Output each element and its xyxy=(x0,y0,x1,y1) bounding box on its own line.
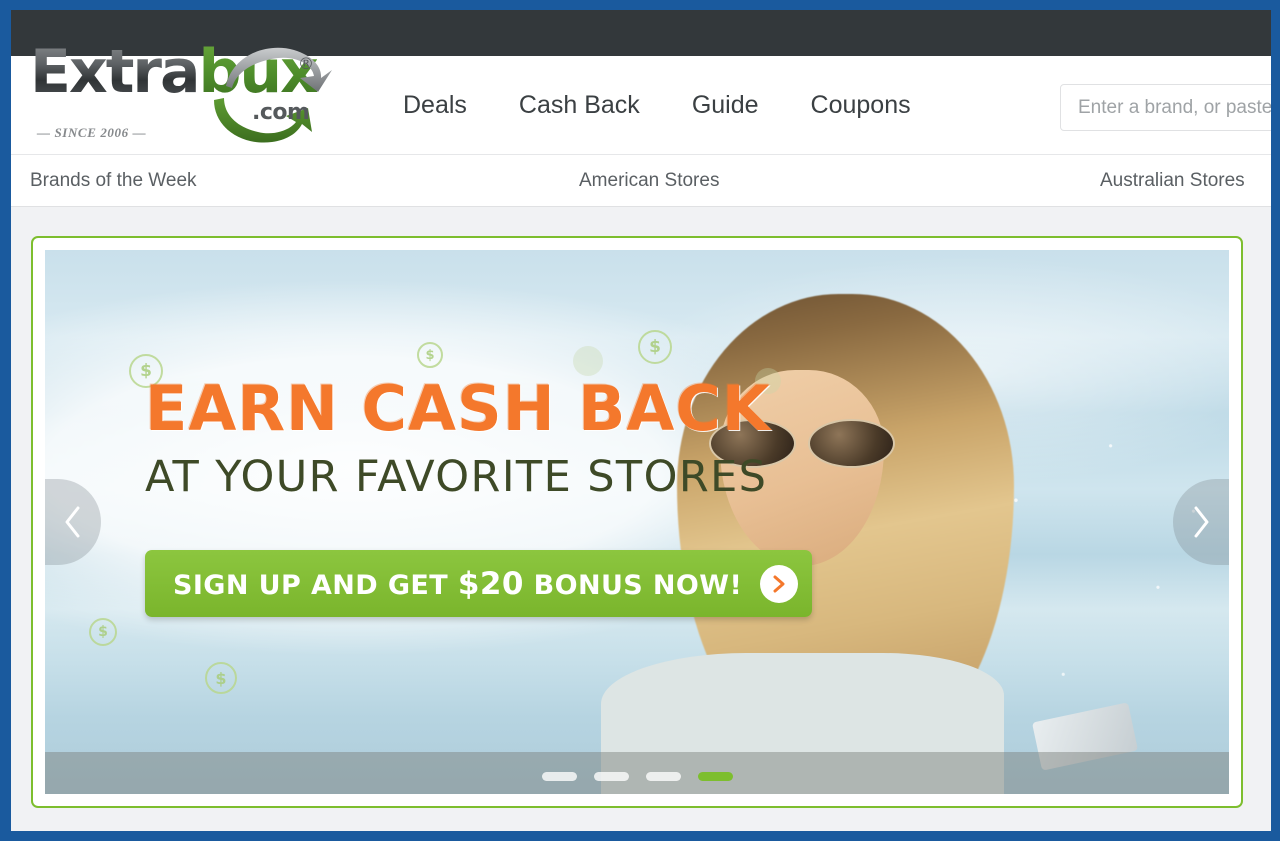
carousel-indicators xyxy=(45,772,1229,781)
coin-icon-3: $ xyxy=(638,330,672,364)
hero-banner-container: $ $ $ $ $ EARN CASH BACK AT YOUR FAVORIT… xyxy=(31,236,1243,808)
search-box xyxy=(1060,84,1271,131)
hero-photo-subject xyxy=(590,250,1139,794)
nav-item-coupons[interactable]: Coupons xyxy=(785,93,937,118)
logo-text-extra: Extra xyxy=(30,37,200,107)
coin-icon-2: $ xyxy=(417,342,443,368)
browser-page-frame: Extrabux .com ® — SINCE 2006 — Deals Cas… xyxy=(0,0,1280,841)
logo-text-dotcom: .com xyxy=(252,100,310,125)
site-header: Extrabux .com ® — SINCE 2006 — Deals Cas… xyxy=(11,42,1271,155)
sec-nav-item-brands-of-the-week[interactable]: Brands of the Week xyxy=(30,170,197,192)
cta-prefix: SIGN UP AND GET xyxy=(173,569,458,601)
primary-navigation: Deals Cash Back Guide Coupons xyxy=(403,56,937,155)
nav-item-guide[interactable]: Guide xyxy=(666,93,785,118)
sec-nav-item-american-stores[interactable]: American Stores xyxy=(579,170,719,192)
logo-wordmark: Extrabux xyxy=(30,42,319,102)
cta-suffix: BONUS NOW! xyxy=(523,569,743,601)
sunglasses-lens-right xyxy=(807,418,895,468)
nav-item-deals[interactable]: Deals xyxy=(403,93,493,118)
sec-nav-item-australian-stores[interactable]: Australian Stores xyxy=(1100,170,1245,192)
cta-label: SIGN UP AND GET $20 BONUS NOW! xyxy=(173,566,742,602)
carousel-dot-4[interactable] xyxy=(697,772,733,781)
chevron-right-icon xyxy=(1194,506,1209,538)
hero-headline-secondary: AT YOUR FAVORITE STORES xyxy=(145,452,768,502)
page-viewport: Extrabux .com ® — SINCE 2006 — Deals Cas… xyxy=(11,10,1271,831)
logo-tagline: — SINCE 2006 — xyxy=(37,125,147,140)
cta-chevron-right-icon xyxy=(760,564,799,603)
carousel-dot-3[interactable] xyxy=(645,772,681,781)
chevron-left-icon xyxy=(65,506,80,538)
coin-icon-5: $ xyxy=(205,662,237,694)
site-logo[interactable]: Extrabux .com ® — SINCE 2006 — xyxy=(30,28,332,150)
carousel-dot-2[interactable] xyxy=(593,772,629,781)
hero-headline-primary: EARN CASH BACK xyxy=(145,372,771,445)
hero-carousel[interactable]: $ $ $ $ $ EARN CASH BACK AT YOUR FAVORIT… xyxy=(45,250,1229,794)
signup-bonus-cta-button[interactable]: SIGN UP AND GET $20 BONUS NOW! xyxy=(145,550,813,617)
secondary-navigation: Brands of the Week American Stores Austr… xyxy=(11,155,1271,207)
cta-amount: $20 xyxy=(457,565,524,602)
coin-icon-4: $ xyxy=(89,618,117,646)
carousel-dot-1[interactable] xyxy=(541,772,577,781)
hero-copy: EARN CASH BACK AT YOUR FAVORITE STORES xyxy=(145,372,771,502)
search-input[interactable] xyxy=(1060,84,1271,131)
nav-item-cash-back[interactable]: Cash Back xyxy=(493,93,666,118)
registered-trademark-icon: ® xyxy=(298,54,314,73)
